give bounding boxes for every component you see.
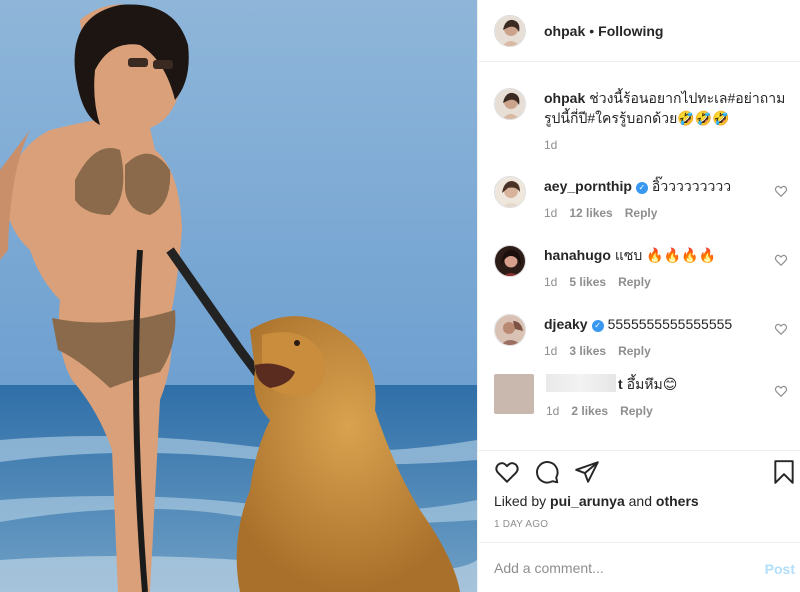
post-side-panel: ohpak • Following ohpak ช่วงนี้ร้อนอยากไป… (477, 0, 800, 592)
avatar[interactable] (494, 245, 526, 277)
post-comment-button[interactable]: Post (765, 561, 795, 577)
avatar[interactable] (494, 176, 526, 208)
comment-age[interactable]: 1d (544, 344, 557, 358)
bookmark-icon[interactable] (771, 459, 797, 485)
redacted-username-block (546, 374, 616, 392)
liked-prefix: Liked by (494, 493, 547, 509)
verified-badge-icon: ✓ (591, 320, 604, 332)
beach-photo-image (0, 0, 477, 592)
reply-button[interactable]: Reply (618, 275, 651, 289)
reply-button[interactable]: Reply (618, 344, 651, 358)
comment-age[interactable]: 1d (544, 275, 557, 289)
comment-username[interactable]: aey_pornthip (544, 178, 632, 194)
comment-like-heart-icon[interactable] (774, 322, 788, 336)
comment-username[interactable]: djeaky (544, 316, 588, 332)
comment-icon[interactable] (534, 459, 560, 485)
liked-others-link[interactable]: others (656, 493, 699, 509)
comment-likes[interactable]: 12 likes (569, 206, 612, 220)
comment-likes[interactable]: 2 likes (571, 404, 608, 418)
separator-dot: • (589, 22, 595, 39)
caption-age[interactable]: 1d (544, 138, 557, 152)
comment-row: hanahugo แซบ 🔥🔥🔥🔥 1d 5 likes Reply (494, 245, 794, 289)
add-comment-bar: Post (478, 542, 800, 592)
comment-row: djeaky ✓ 5555555555555555 1d 3 likes Reply (494, 314, 794, 358)
following-button[interactable]: Following (598, 23, 663, 39)
comment-age[interactable]: 1d (544, 206, 557, 220)
post-timestamp[interactable]: 1 DAY AGO (494, 519, 548, 530)
comment-age[interactable]: 1d (546, 404, 559, 418)
caption-username[interactable]: ohpak (544, 90, 585, 106)
liked-and: and (628, 493, 652, 509)
comment-text: อิ๊ววววววววว (651, 178, 732, 194)
comment-username[interactable]: hanahugo (544, 247, 611, 263)
comment-text: อึ้มหึม😊 (626, 376, 678, 392)
comment-text: แซบ 🔥🔥🔥🔥 (614, 247, 716, 263)
share-icon[interactable] (574, 459, 600, 485)
avatar[interactable] (494, 314, 526, 346)
caption-row: ohpak ช่วงนี้ร้อนอยากไปทะเล#อย่าถามรูปนี้… (494, 88, 794, 152)
comment-username[interactable]: t (618, 376, 623, 392)
verified-badge-icon: ✓ (635, 182, 648, 194)
comments-list[interactable]: ohpak ช่วงนี้ร้อนอยากไปทะเล#อย่าถามรูปนี้… (478, 62, 800, 450)
reply-button[interactable]: Reply (620, 404, 653, 418)
liked-by-user-link[interactable]: pui_arunya (550, 493, 625, 509)
comment-row: aey_pornthip ✓ อิ๊ววววววววว 1d 12 likes Repl… (494, 176, 794, 220)
avatar[interactable] (494, 14, 526, 47)
comment-like-heart-icon[interactable] (774, 184, 788, 198)
heart-icon[interactable] (494, 459, 520, 485)
add-comment-input[interactable] (494, 559, 744, 576)
comment-like-heart-icon[interactable] (774, 253, 788, 267)
avatar[interactable] (494, 374, 534, 414)
liked-by-text: Liked by pui_arunya and others (494, 493, 699, 509)
comment-likes[interactable]: 5 likes (569, 275, 606, 289)
comment-text: 5555555555555555 (607, 316, 733, 332)
post-header: ohpak • Following (478, 0, 800, 62)
post-photo[interactable] (0, 0, 477, 592)
comment-row: t อึ้มหึม😊 1d 2 likes Reply (494, 374, 794, 418)
avatar[interactable] (494, 88, 526, 120)
reply-button[interactable]: Reply (625, 206, 658, 220)
comment-like-heart-icon[interactable] (774, 384, 788, 398)
post-actions: Liked by pui_arunya and others 1 DAY AGO (478, 450, 800, 542)
header-username[interactable]: ohpak (544, 23, 585, 39)
comment-likes[interactable]: 3 likes (569, 344, 606, 358)
